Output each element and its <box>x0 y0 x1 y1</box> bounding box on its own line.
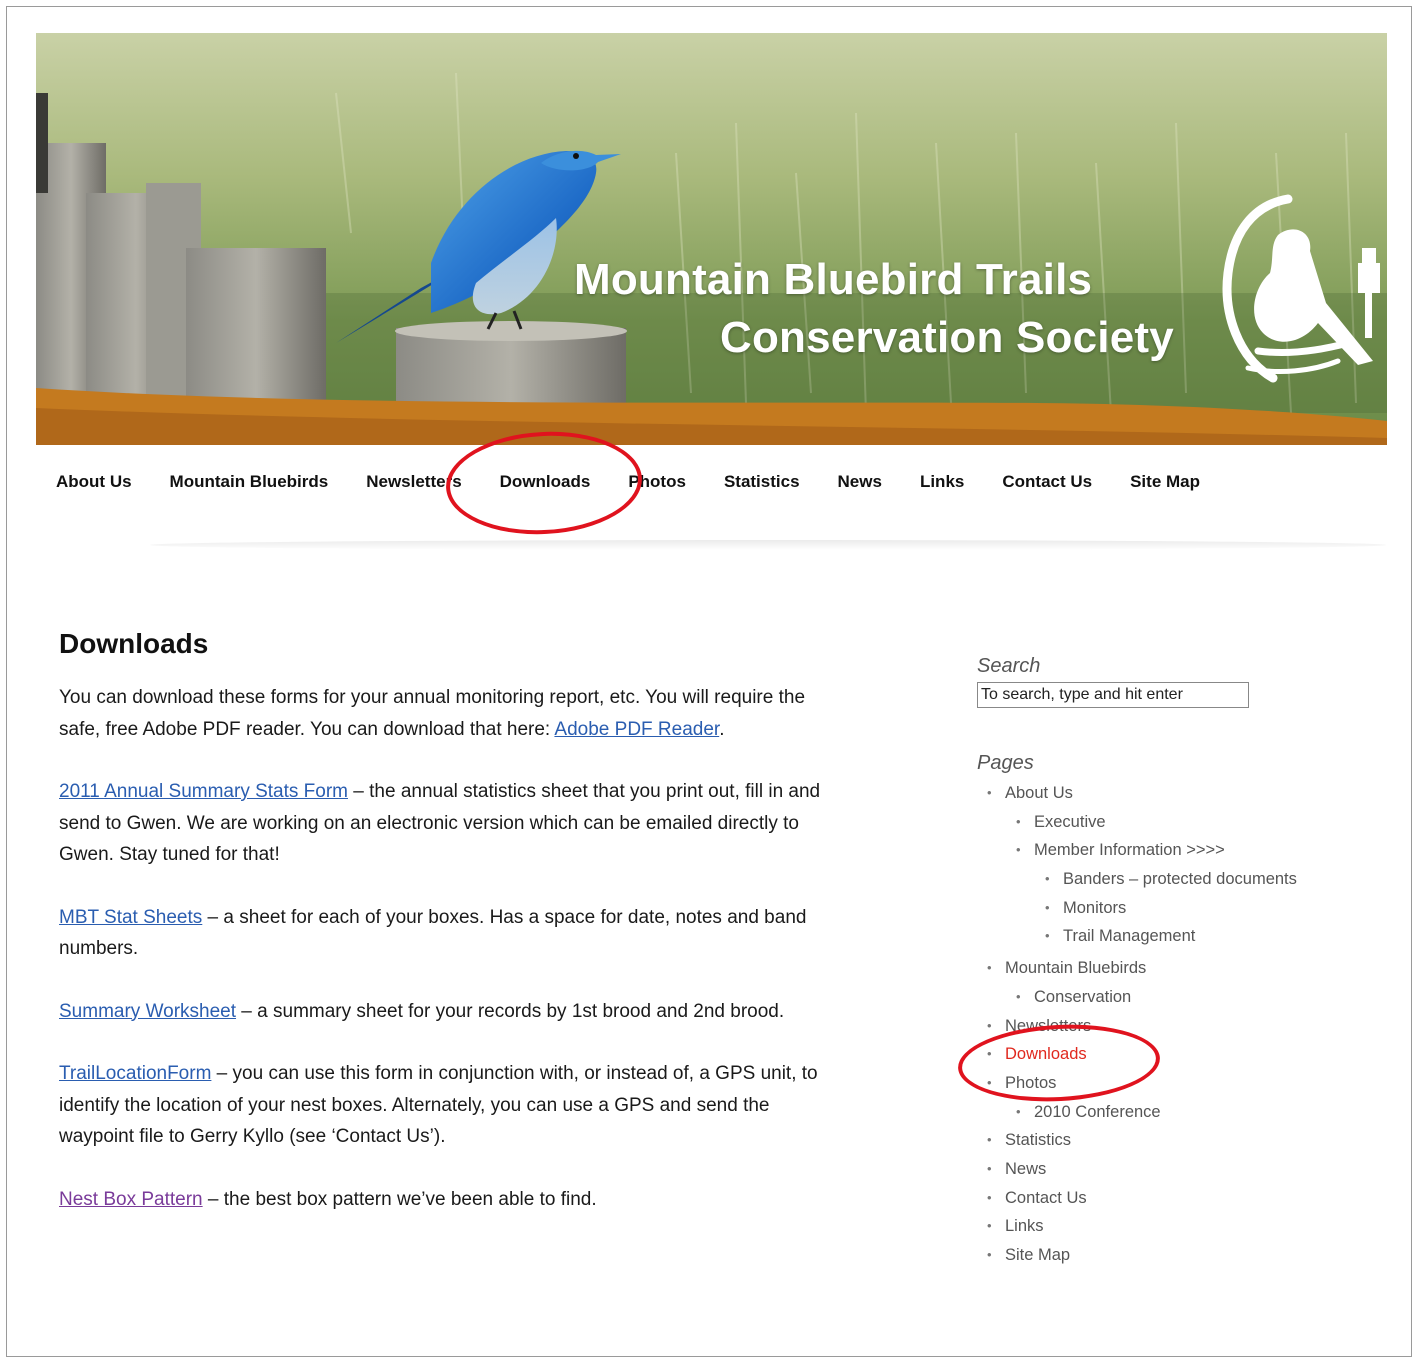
intro-end: . <box>719 718 725 740</box>
intro-paragraph: You can download these forms for your an… <box>59 682 849 745</box>
banner-photo <box>36 33 1387 445</box>
page-link-conservation[interactable]: Conservation <box>1006 983 1357 1012</box>
bird-logo-icon <box>1222 194 1380 383</box>
main-nav: About Us Mountain Bluebirds Newsletters … <box>36 462 1219 502</box>
nav-downloads[interactable]: Downloads <box>481 462 610 502</box>
nav-news[interactable]: News <box>819 462 901 502</box>
annual-summary-stats-form-link[interactable]: 2011 Annual Summary Stats Form <box>59 781 348 802</box>
search-widget-title: Search <box>977 655 1041 677</box>
nav-links[interactable]: Links <box>901 462 983 502</box>
nav-about-us[interactable]: About Us <box>36 462 151 502</box>
search-input[interactable] <box>977 682 1249 708</box>
page-link-banders[interactable]: Banders – protected documents <box>1035 865 1357 894</box>
download-entry: Summary Worksheet – a summary sheet for … <box>59 996 849 1028</box>
page-link-newsletters[interactable]: Newsletters <box>977 1012 1357 1041</box>
nav-mountain-bluebirds[interactable]: Mountain Bluebirds <box>151 462 348 502</box>
nav-photos[interactable]: Photos <box>609 462 705 502</box>
main-content: Downloads You can download these forms f… <box>59 620 849 1246</box>
nav-contact-us[interactable]: Contact Us <box>983 462 1111 502</box>
sidebar: Search Pages About Us Executive Member I… <box>977 655 1357 1270</box>
entry-description: – a summary sheet for your records by 1s… <box>236 1000 785 1022</box>
entry-description: – the best box pattern we’ve been able t… <box>202 1188 597 1210</box>
download-entry: 2011 Annual Summary Stats Form – the ann… <box>59 776 849 871</box>
page-link-monitors[interactable]: Monitors <box>1035 894 1357 923</box>
site-title-line1[interactable]: Mountain Bluebird Trails <box>574 255 1092 305</box>
pages-widget-title: Pages <box>977 752 1034 774</box>
nav-newsletters[interactable]: Newsletters <box>347 462 480 502</box>
pages-list: About Us Executive Member Information >>… <box>977 779 1357 1270</box>
page-link-downloads[interactable]: Downloads <box>977 1040 1357 1069</box>
page-link-about-us[interactable]: About Us <box>977 779 1357 808</box>
page-title: Downloads <box>59 628 209 659</box>
header-banner: Mountain Bluebird Trails Conservation So… <box>36 33 1387 445</box>
page-link-site-map[interactable]: Site Map <box>977 1241 1357 1270</box>
trail-location-form-link[interactable]: TrailLocationForm <box>59 1063 211 1084</box>
page-link-photos[interactable]: Photos <box>977 1069 1357 1098</box>
page-link-2010-conference[interactable]: 2010 Conference <box>1006 1098 1357 1127</box>
download-entry: MBT Stat Sheets – a sheet for each of yo… <box>59 902 849 965</box>
page-link-executive[interactable]: Executive <box>1006 808 1357 837</box>
nav-site-map[interactable]: Site Map <box>1111 462 1219 502</box>
adobe-pdf-reader-link[interactable]: Adobe PDF Reader <box>554 719 719 740</box>
page-link-contact-us[interactable]: Contact Us <box>977 1184 1357 1213</box>
nav-statistics[interactable]: Statistics <box>705 462 819 502</box>
summary-worksheet-link[interactable]: Summary Worksheet <box>59 1001 236 1022</box>
download-entry: TrailLocationForm – you can use this for… <box>59 1058 849 1153</box>
page-link-links[interactable]: Links <box>977 1212 1357 1241</box>
mbt-stat-sheets-link[interactable]: MBT Stat Sheets <box>59 907 202 928</box>
page-link-news[interactable]: News <box>977 1155 1357 1184</box>
page-link-mountain-bluebirds[interactable]: Mountain Bluebirds <box>977 954 1357 983</box>
page-link-statistics[interactable]: Statistics <box>977 1126 1357 1155</box>
nav-divider <box>150 540 1386 550</box>
download-entry: Nest Box Pattern – the best box pattern … <box>59 1184 849 1216</box>
page-link-member-information[interactable]: Member Information >>>> <box>1006 836 1357 865</box>
page-link-trail-management[interactable]: Trail Management <box>1035 922 1357 951</box>
nest-box-pattern-link[interactable]: Nest Box Pattern <box>59 1189 203 1210</box>
site-title-line2[interactable]: Conservation Society <box>720 313 1174 363</box>
